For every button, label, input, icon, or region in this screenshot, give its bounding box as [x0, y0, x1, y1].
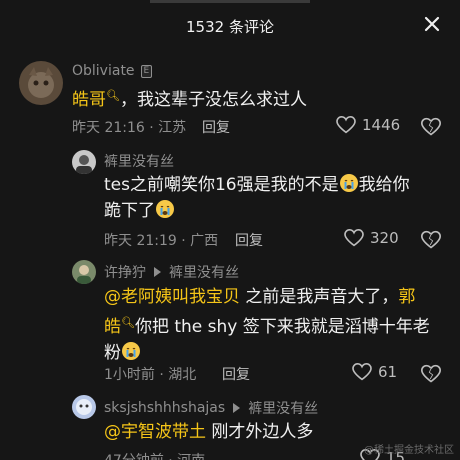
like-button[interactable]: 320: [344, 229, 399, 247]
username[interactable]: 许挣狞 裤里没有丝: [104, 262, 239, 282]
author-badge: E: [140, 64, 153, 78]
reply-arrow-icon: [233, 403, 241, 413]
time-location: 1小时前 · 湖北: [104, 367, 197, 383]
crying-face-icon: [339, 173, 359, 193]
reply-button[interactable]: 回复: [202, 117, 230, 137]
heart-icon: [336, 116, 356, 134]
heart-icon: [352, 363, 372, 381]
reply-arrow-icon: [154, 267, 161, 277]
like-button[interactable]: 61: [352, 363, 397, 381]
close-icon[interactable]: [422, 14, 442, 34]
mention-link[interactable]: @老阿姨叫我宝贝: [104, 287, 240, 307]
broken-heart-icon[interactable]: [421, 117, 441, 137]
like-count: 1446: [362, 116, 401, 134]
mention-link[interactable]: 郭: [398, 287, 415, 307]
comment-text: tes之前嘲笑你16强是我的不是 我给你 跪下了: [104, 173, 410, 221]
reply-to-user[interactable]: 裤里没有丝: [169, 262, 239, 282]
username[interactable]: Obliviate E: [72, 63, 153, 79]
reply-button[interactable]: 回复: [235, 230, 263, 250]
like-count: 61: [378, 363, 398, 381]
mention-link[interactable]: 皓哥: [72, 90, 106, 110]
avatar[interactable]: [72, 260, 96, 284]
heart-icon: [344, 229, 364, 247]
avatar[interactable]: [19, 61, 63, 105]
avatar[interactable]: [72, 395, 96, 419]
search-icon: 🔍︎: [106, 89, 120, 102]
username[interactable]: sksjshshhhshajas 裤里没有丝: [104, 398, 318, 418]
time-location: 昨天 21:19 · 广西: [104, 233, 219, 249]
crying-face-icon: [155, 199, 175, 219]
broken-heart-icon[interactable]: [421, 230, 441, 250]
time-location: 47分钟前 · 河南: [104, 450, 205, 460]
comment-text: @老阿姨叫我宝贝 之前是我声音大了，郭 皓🔍︎你把 the shy 签下来我就是…: [104, 287, 430, 363]
like-count: 320: [370, 229, 399, 247]
comments-header: 1532 条评论: [0, 0, 460, 50]
reply-button[interactable]: 回复: [222, 364, 250, 384]
comment-count-title: 1532 条评论: [186, 18, 274, 36]
mention-link[interactable]: @宇智波带土: [104, 422, 206, 442]
time-location: 昨天 21:16 · 江苏: [72, 120, 187, 136]
broken-heart-icon[interactable]: [421, 364, 441, 384]
username[interactable]: 裤里没有丝: [104, 151, 174, 171]
comment-text: 皓哥🔍︎，我这辈子没怎么求过人: [72, 89, 307, 110]
watermark: @稀土掘金技术社区: [364, 445, 454, 456]
avatar[interactable]: [72, 150, 96, 174]
crying-face-icon: [121, 341, 141, 361]
reply-to-user[interactable]: 裤里没有丝: [248, 398, 318, 418]
mention-link[interactable]: 皓: [104, 317, 121, 337]
like-button[interactable]: 1446: [336, 116, 400, 134]
search-icon: 🔍︎: [121, 316, 135, 329]
